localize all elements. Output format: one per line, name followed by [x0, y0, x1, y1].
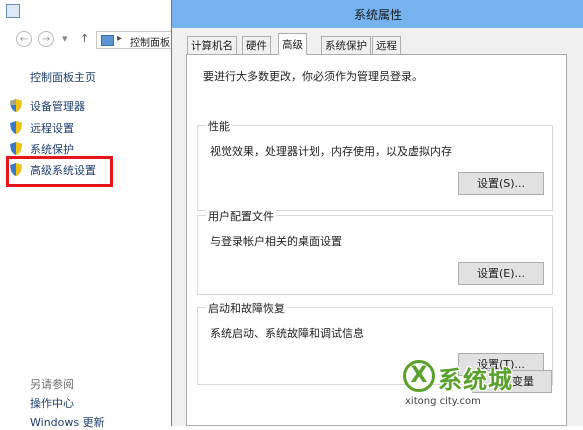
- system-properties-dialog: 系统属性 计算机名 硬件 高级 系统保护 远程 要进行大多数更改，你必须作为管理…: [171, 0, 583, 426]
- forward-icon[interactable]: →: [38, 31, 54, 47]
- group-description: 与登录帐户相关的桌面设置: [210, 235, 342, 248]
- user-profiles-group: 用户配置文件 与登录帐户相关的桌面设置 设置(E)...: [197, 208, 553, 295]
- computer-icon: [101, 35, 114, 46]
- recent-dropdown-icon[interactable]: ▾: [62, 32, 68, 45]
- sidebar-item-label: 远程设置: [30, 122, 74, 135]
- breadcrumb-separator-icon: ▸: [117, 33, 123, 44]
- user-profiles-settings-button[interactable]: 设置(E)...: [458, 262, 544, 285]
- group-title: 性能: [206, 118, 232, 134]
- group-title: 启动和故障恢复: [206, 300, 287, 316]
- control-panel-window: ← → ▾ ↑ ▸ 控制面板 控制面板主页 设备管理器 远程设置 系统保护 高级…: [0, 0, 180, 429]
- address-bar[interactable]: ▸ 控制面板: [96, 31, 180, 49]
- see-also-heading: 另请参阅: [30, 378, 74, 391]
- up-icon[interactable]: ↑: [80, 32, 89, 45]
- performance-settings-button[interactable]: 设置(S)...: [458, 172, 544, 195]
- group-description: 系统启动、系统故障和调试信息: [210, 327, 364, 340]
- sidebar-item-label: 设备管理器: [30, 100, 85, 113]
- shield-icon: [10, 99, 22, 112]
- group-title: 用户配置文件: [206, 208, 276, 224]
- sidebar-item-label: 系统保护: [30, 143, 74, 156]
- action-center-link[interactable]: 操作中心: [30, 395, 74, 411]
- group-description: 视觉效果，处理器计划，内存使用，以及虚拟内存: [210, 145, 452, 158]
- back-icon[interactable]: ←: [16, 31, 32, 47]
- environment-variables-button[interactable]: 环境变量: [472, 370, 552, 393]
- windows-update-link[interactable]: Windows 更新: [30, 414, 105, 430]
- highlight-box: [6, 156, 113, 187]
- performance-group: 性能 视觉效果，处理器计划，内存使用，以及虚拟内存 设置(S)...: [197, 118, 553, 211]
- dialog-titlebar[interactable]: 系统属性: [172, 0, 583, 28]
- tab-remote[interactable]: 远程: [372, 36, 401, 54]
- control-panel-navbar: ← → ▾ ↑ ▸ 控制面板: [0, 30, 180, 52]
- tab-hardware[interactable]: 硬件: [242, 36, 271, 54]
- shield-icon: [10, 142, 22, 155]
- shield-icon: [10, 121, 22, 134]
- tab-advanced[interactable]: 高级: [278, 33, 307, 55]
- admin-notice: 要进行大多数更改，你必须作为管理员登录。: [203, 70, 423, 83]
- tab-computer-name[interactable]: 计算机名: [187, 36, 237, 54]
- breadcrumb[interactable]: 控制面板: [130, 34, 170, 49]
- dialog-body: 计算机名 硬件 高级 系统保护 远程 要进行大多数更改，你必须作为管理员登录。 …: [176, 28, 578, 426]
- dialog-title: 系统属性: [353, 8, 402, 22]
- control-panel-home-link[interactable]: 控制面板主页: [30, 69, 96, 85]
- tab-system-protection[interactable]: 系统保护: [321, 36, 371, 54]
- window-icon: [6, 4, 20, 18]
- control-panel-titlebar: [0, 0, 175, 22]
